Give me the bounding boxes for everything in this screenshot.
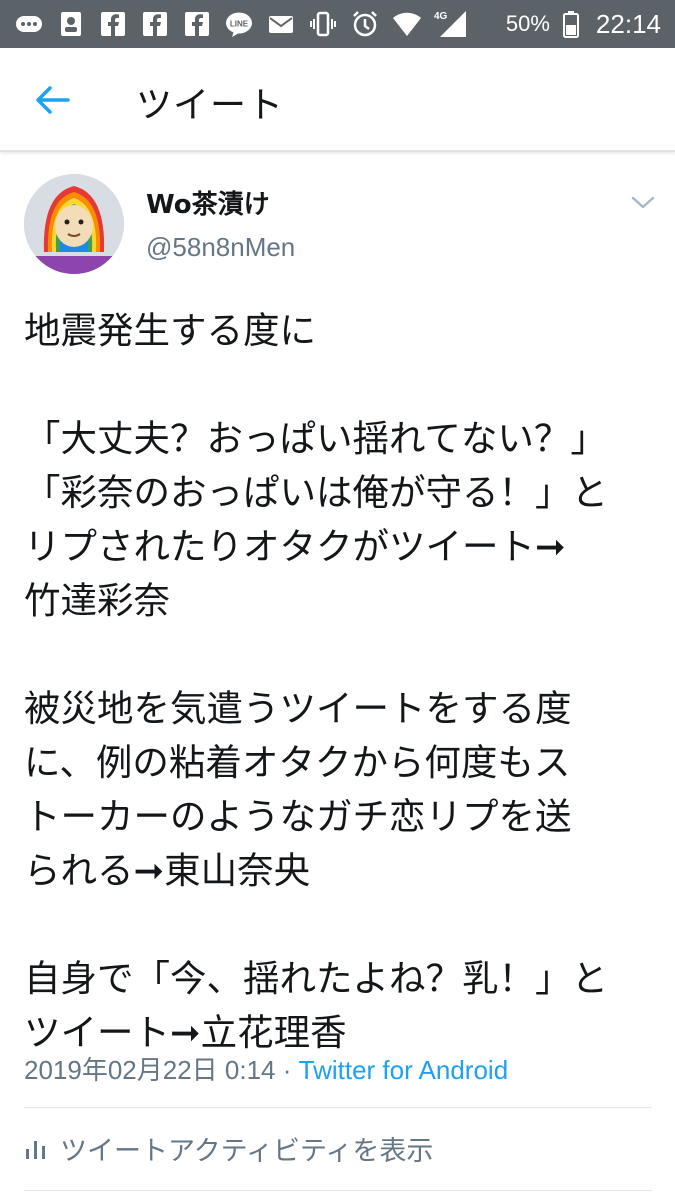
tweet-source-link[interactable]: Twitter for Android <box>299 1055 509 1085</box>
status-bar-notifications: LINE 4G <box>14 6 468 42</box>
battery-icon <box>562 9 580 39</box>
tweet-line: 竹達彩奈 <box>24 579 170 622</box>
signal-icon: 4G <box>434 9 468 39</box>
tweet-line: リプされたりオタクがツイート➞ <box>24 525 566 568</box>
wifi-icon <box>392 9 422 39</box>
app-header: ツイート <box>0 48 675 152</box>
meta-separator: · <box>275 1055 299 1085</box>
tweet-menu-button[interactable] <box>628 190 658 214</box>
tweet-line: 地震発生する度に <box>24 309 316 352</box>
contact-icon <box>56 9 86 39</box>
tweet-line: 「彩奈のおっぱいは俺が守る！」と <box>24 471 608 514</box>
bar-chart-icon <box>26 1141 45 1159</box>
facebook-icon <box>140 9 170 39</box>
battery-percentage: 50% <box>505 11 550 36</box>
user-handle[interactable]: @58n8nMen <box>146 232 295 263</box>
avatar-image <box>24 174 124 274</box>
tweet-activity-label: ツイートアクティビティを表示 <box>60 1135 434 1167</box>
tweet-timestamp: 2019年02月22日 0:14 <box>24 1055 276 1085</box>
svg-text:4G: 4G <box>434 11 448 22</box>
page-title: ツイート <box>136 85 285 126</box>
display-name[interactable]: Wo茶漬け <box>146 184 270 221</box>
tweet-line: に、例の粘着オタクから何度もス <box>24 741 571 784</box>
chevron-down-icon <box>631 196 655 209</box>
divider <box>24 1190 652 1191</box>
tweet-line: 被災地を気遣うツイートをする度 <box>24 687 572 730</box>
vibrate-icon <box>308 9 338 39</box>
back-button[interactable] <box>28 78 76 122</box>
tweet-line <box>24 898 654 952</box>
svg-text:LINE: LINE <box>230 20 249 29</box>
tweet-activity-button[interactable]: ツイートアクティビティを表示 <box>24 1124 433 1172</box>
tweet-line: 「大丈夫？おっぱい揺れてない？」 <box>24 417 607 460</box>
facebook-icon <box>182 9 212 39</box>
alarm-icon <box>350 9 380 39</box>
mail-icon <box>266 9 296 39</box>
tweet-meta: 2019年02月22日 0:14 · Twitter for Android <box>24 1050 508 1087</box>
tweet-line <box>24 628 654 682</box>
chat-bubble-icon <box>14 9 44 39</box>
tweet-text: 地震発生する度に 「大丈夫？おっぱい揺れてない？」 「彩奈のおっぱいは俺が守る！… <box>24 304 654 1060</box>
line-icon: LINE <box>224 9 254 39</box>
tweet-line <box>24 358 654 412</box>
divider <box>24 1107 652 1108</box>
tweet-line: 自身で「今、揺れたよね？乳！」と <box>24 957 608 1000</box>
tweet-line: トーカーのようなガチ恋リプを送 <box>24 795 572 838</box>
clock: 22:14 <box>595 8 661 39</box>
avatar[interactable] <box>24 174 124 274</box>
status-bar: LINE 4G 50% 22:14 <box>0 0 675 48</box>
status-bar-system: 50% 22:14 <box>506 6 661 42</box>
tweet-line: られる➞東山奈央 <box>24 849 311 892</box>
facebook-icon <box>98 9 128 39</box>
arrow-left-icon <box>36 86 70 114</box>
